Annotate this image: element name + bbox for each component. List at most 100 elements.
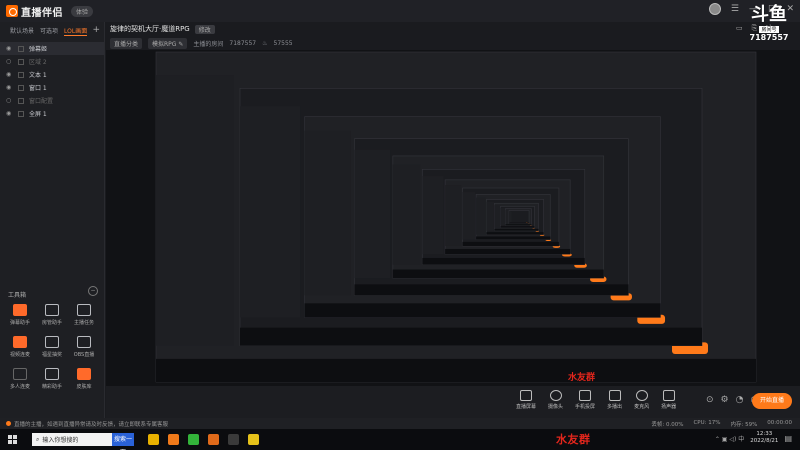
control-button[interactable]: 扬声器 — [661, 390, 676, 410]
system-tray: ⌃ ▣ ◁) 中 12:33 2022/8/21 ▤ — [715, 431, 792, 445]
eye-off-icon[interactable]: ○ — [6, 97, 13, 104]
tools-collapse-button[interactable]: − — [88, 286, 98, 296]
preview-canvas[interactable] — [106, 50, 800, 386]
source-checkbox[interactable] — [18, 110, 24, 117]
source-item[interactable]: ◉ 全屏 1 — [0, 107, 104, 120]
app-yellow-icon[interactable] — [248, 434, 259, 445]
dropped-frames: 丢帧: 0.00% — [651, 421, 684, 428]
broadcast-controls: 直播屏幕 摄像头 手机投屏 多播出 麦克风 扬声器 ⊙ ⚙ ◔ ◷ 开始直播 — [106, 386, 800, 418]
eye-icon[interactable]: ◉ — [6, 71, 13, 78]
clock-time: 12:33 — [756, 431, 773, 437]
status-notice[interactable]: 直播的主播，如遇到直播异常请及时反馈，请立即联系专属客服 — [14, 420, 168, 428]
eye-icon[interactable]: ◉ — [6, 84, 13, 91]
eye-icon[interactable]: ◉ — [6, 110, 13, 117]
tool-icon — [77, 304, 91, 316]
taskbar-search-input[interactable]: ⌕ 输入你想搜的 — [32, 433, 112, 446]
douyu-watermark: 斗鱼 房间号 7187557 — [744, 6, 794, 43]
tool-icon — [45, 336, 59, 348]
tool-item[interactable]: 福星抽奖 — [36, 336, 68, 358]
watermark-room-text: 房间号 — [759, 26, 779, 33]
app-orange2-icon[interactable] — [208, 434, 219, 445]
stream-info: 旋律的契机大厅·魔道RPG 修改 直播分类 模拟RPG ✎ 主播的房间 7187… — [110, 24, 293, 49]
tool-label: 福星抽奖 — [41, 352, 62, 358]
add-scene-button[interactable]: + — [92, 25, 100, 35]
avatar[interactable] — [708, 3, 721, 15]
tool-icon — [13, 304, 27, 316]
tab-lol[interactable]: LOL画面 — [64, 26, 88, 36]
control-button[interactable]: 麦克风 — [634, 390, 649, 410]
cpu-usage: CPU: 17% — [693, 419, 721, 426]
settings-icon[interactable]: ⚙ — [721, 395, 729, 405]
tool-icon — [77, 336, 91, 348]
source-item[interactable]: ○ 区域 2 — [0, 55, 104, 68]
source-item[interactable]: ○ 窗口配置 — [0, 94, 104, 107]
control-icon — [549, 390, 562, 401]
control-icon — [662, 390, 675, 401]
source-checkbox[interactable] — [18, 71, 24, 78]
clock[interactable]: 12:33 2022/8/21 — [750, 431, 778, 445]
timer-icon[interactable]: ◔ — [736, 395, 744, 405]
start-live-button[interactable]: 开始直播 — [752, 393, 792, 409]
control-icon — [520, 390, 532, 401]
source-checkbox[interactable] — [18, 45, 24, 52]
tool-item[interactable]: OBS直播 — [68, 336, 100, 358]
tool-item[interactable]: 主播任务 — [68, 304, 100, 326]
source-label: 窗口配置 — [29, 98, 54, 105]
tab-default-scene[interactable]: 默认场景 — [10, 26, 34, 36]
version-badge[interactable]: 体验 — [71, 5, 94, 17]
notification-icon[interactable]: ▤ — [784, 434, 792, 443]
tool-item[interactable]: 皮肤库 — [68, 368, 100, 390]
source-label: 窗口 1 — [29, 85, 47, 92]
control-button[interactable]: 多播出 — [607, 390, 622, 410]
red-watermark-text: 水友群 — [556, 433, 591, 446]
app-dark-icon[interactable] — [228, 434, 239, 445]
tool-icon — [45, 368, 59, 380]
chrome-icon[interactable] — [148, 434, 159, 445]
app-orange-icon[interactable] — [168, 434, 179, 445]
record-icon[interactable]: ⊙ — [706, 395, 714, 405]
chat-icon[interactable]: ▭ — [736, 24, 743, 33]
tool-label: 皮肤库 — [76, 384, 92, 390]
source-checkbox[interactable] — [18, 84, 24, 91]
tray-icons[interactable]: ⌃ ▣ ◁) 中 — [715, 434, 744, 443]
tool-item[interactable]: 视频连麦 — [4, 336, 36, 358]
source-checkbox[interactable] — [18, 58, 24, 65]
tab-optional[interactable]: 可选项 — [40, 26, 58, 36]
control-button[interactable]: 手机投屏 — [575, 390, 595, 410]
source-label: 弹幕姬 — [29, 46, 48, 53]
notice-dot-icon — [6, 421, 11, 426]
tool-item[interactable]: 精彩助手 — [36, 368, 68, 390]
source-item[interactable]: ◉ 窗口 1 — [0, 81, 104, 94]
control-button[interactable]: 摄像头 — [548, 390, 563, 410]
memory-usage: 内存: 59% — [730, 421, 758, 428]
control-button[interactable]: 直播屏幕 — [516, 390, 536, 410]
taskbar-search-button[interactable]: 搜索一下 — [112, 433, 134, 450]
source-label: 区域 2 — [29, 59, 47, 66]
wechat-icon[interactable] — [188, 434, 199, 445]
tool-label: 视频连麦 — [9, 352, 30, 358]
tool-label: OBS直播 — [73, 352, 95, 358]
control-icon — [635, 390, 648, 401]
tool-icon — [77, 368, 91, 380]
tool-label: 精彩助手 — [41, 384, 62, 390]
source-item[interactable]: ◉ 文本 1 — [0, 68, 104, 81]
game-selector[interactable]: 模拟RPG ✎ — [148, 38, 188, 49]
eye-off-icon[interactable]: ○ — [6, 58, 13, 65]
source-checkbox[interactable] — [18, 97, 24, 104]
follower-count: 57555 — [273, 40, 293, 47]
tool-item[interactable]: 弹幕助手 — [4, 304, 36, 326]
search-icon: ⌕ — [36, 435, 40, 443]
windows-start-icon[interactable] — [8, 434, 18, 445]
tool-item[interactable]: 多人连麦 — [4, 368, 36, 390]
edit-title-button[interactable]: 修改 — [194, 24, 215, 34]
source-item[interactable]: ◉ 弹幕姬 — [0, 42, 104, 55]
source-label: 文本 1 — [29, 72, 47, 79]
scene-tabs: 默认场景 可选项 LOL画面 — [0, 22, 104, 38]
extra-controls: ⊙ ⚙ ◔ ◷ — [706, 395, 758, 405]
tool-label: 弹幕助手 — [9, 320, 30, 326]
menu-icon[interactable]: ☰ — [731, 4, 739, 14]
eye-icon[interactable]: ◉ — [6, 45, 13, 52]
tool-item[interactable]: 房管助手 — [36, 304, 68, 326]
control-label: 麦克风 — [634, 404, 650, 410]
tool-icon — [45, 304, 59, 316]
